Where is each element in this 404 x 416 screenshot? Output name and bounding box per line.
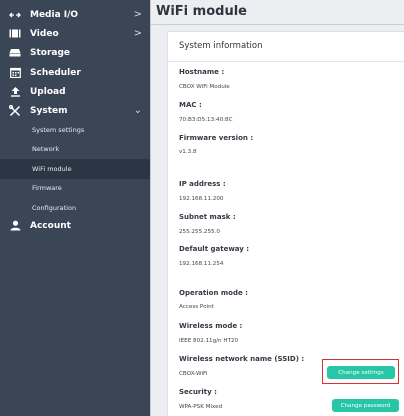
sidebar-item-scheduler[interactable]: Scheduler: [0, 63, 150, 83]
sidebar-item-system[interactable]: System ⌄: [0, 101, 150, 121]
operation-mode-label: Operation mode :: [179, 289, 248, 297]
media-io-icon: [8, 10, 22, 20]
chevron-right-icon: >: [133, 28, 142, 39]
storage-icon: [8, 48, 22, 58]
sidebar: Media I/O > Video > Storage Scheduler Up…: [0, 0, 150, 416]
hostname-label: Hostname :: [179, 68, 225, 76]
video-icon: [8, 29, 22, 39]
tools-icon: [8, 104, 22, 116]
system-info-card: System information Hostname : CBOX WiFi …: [167, 31, 404, 416]
change-settings-button[interactable]: Change settings: [327, 366, 395, 379]
sidebar-item-firmware[interactable]: Firmware: [0, 179, 150, 199]
hostname-value: CBOX WiFi Module: [179, 84, 230, 90]
firmware-value: v1.3.8: [179, 149, 197, 155]
sidebar-item-storage[interactable]: Storage: [0, 43, 150, 63]
security-label: Security :: [179, 388, 217, 396]
sidebar-item-label: Video: [30, 28, 59, 39]
ssid-value: CBOX-WiFi: [179, 371, 208, 377]
sidebar-item-label: Upload: [30, 86, 66, 97]
system-submenu: System settings Network WiFi module Firm…: [0, 120, 150, 218]
sidebar-item-wifi-module[interactable]: WiFi module: [0, 159, 150, 179]
sidebar-item-upload[interactable]: Upload: [0, 82, 150, 102]
sidebar-item-label: Media I/O: [30, 9, 79, 20]
sidebar-item-label: System: [30, 105, 68, 116]
gateway-label: Default gateway :: [179, 245, 250, 253]
sidebar-item-configuration[interactable]: Configuration: [0, 198, 150, 218]
mac-label: MAC :: [179, 101, 202, 109]
wireless-mode-label: Wireless mode :: [179, 322, 243, 330]
subnet-mask-label: Subnet mask :: [179, 213, 236, 221]
divider: [151, 24, 404, 25]
change-password-button[interactable]: Change password: [332, 399, 399, 412]
sidebar-item-label: Scheduler: [30, 67, 81, 78]
page-title: WiFi module: [156, 4, 247, 19]
main-content: WiFi module System information Hostname …: [150, 0, 404, 416]
card-title: System information: [179, 41, 263, 51]
chevron-right-icon: >: [133, 9, 142, 20]
ip-address-label: IP address :: [179, 180, 226, 188]
calendar-icon: [8, 68, 22, 79]
wireless-mode-value: IEEE 802.11g/n HT20: [179, 338, 239, 344]
sidebar-item-system-settings[interactable]: System settings: [0, 120, 150, 140]
sidebar-item-account[interactable]: Account: [0, 216, 150, 236]
firmware-label: Firmware version :: [179, 134, 254, 142]
operation-mode-value: Access Point: [179, 304, 214, 310]
chevron-down-icon: ⌄: [133, 105, 142, 116]
subnet-mask-value: 255.255.255.0: [179, 229, 220, 235]
sidebar-item-video[interactable]: Video >: [0, 24, 150, 44]
divider: [168, 61, 404, 62]
sidebar-item-label: Storage: [30, 47, 71, 58]
sidebar-item-media-io[interactable]: Media I/O >: [0, 5, 150, 25]
user-icon: [8, 220, 22, 231]
mac-value: 70:B3:D5:13:40:8C: [179, 117, 233, 123]
upload-icon: [8, 87, 22, 97]
sidebar-item-label: Account: [30, 220, 71, 231]
ssid-label: Wireless network name (SSID) :: [179, 355, 305, 363]
ip-address-value: 192.168.11.200: [179, 196, 224, 202]
gateway-value: 192.168.11.254: [179, 261, 224, 267]
sidebar-item-network[interactable]: Network: [0, 140, 150, 160]
security-value: WPA-PSK Mixed: [179, 404, 223, 410]
